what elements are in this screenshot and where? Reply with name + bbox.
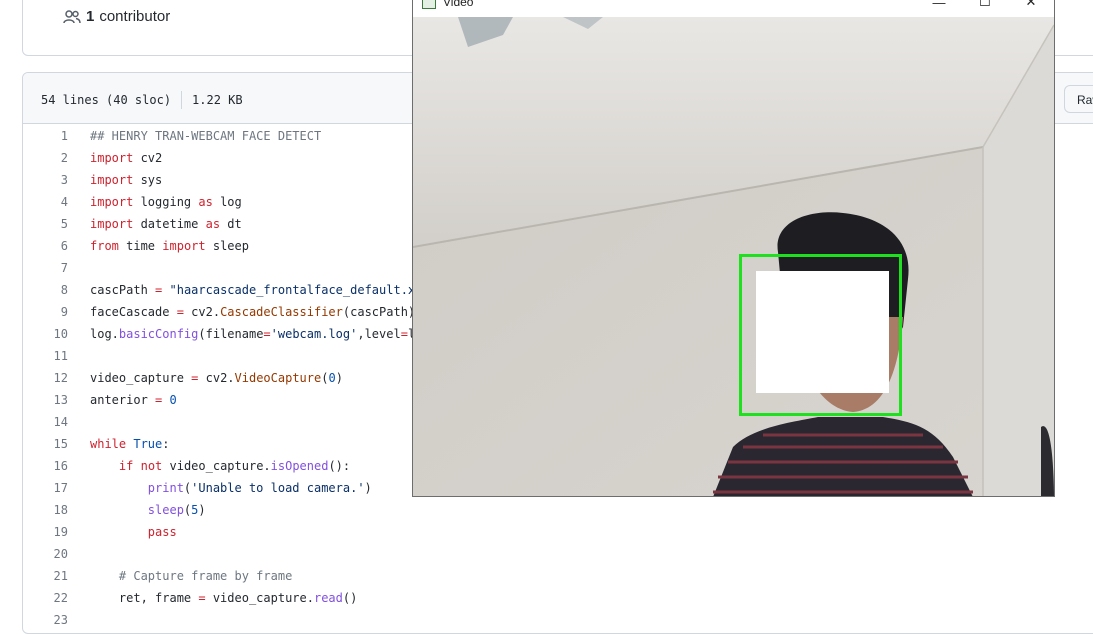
line-number[interactable]: 20: [23, 543, 68, 565]
line-number[interactable]: 5: [23, 213, 68, 235]
line-number[interactable]: 11: [23, 345, 68, 367]
contributor-count: 1: [86, 8, 95, 25]
window-title: Video: [443, 0, 474, 9]
close-button[interactable]: ✕: [1008, 0, 1054, 17]
line-number[interactable]: 4: [23, 191, 68, 213]
minimize-button[interactable]: —: [916, 0, 962, 17]
maximize-button[interactable]: ☐: [962, 0, 1008, 17]
line-source: anterior = 0: [90, 393, 177, 407]
code-line: 23: [23, 609, 1093, 631]
line-count: 54 lines (40 sloc): [41, 93, 172, 107]
file-info: 54 lines (40 sloc) 1.22 KB: [41, 91, 243, 109]
line-number[interactable]: 12: [23, 367, 68, 389]
line-number[interactable]: 16: [23, 455, 68, 477]
line-source: ## HENRY TRAN-WEBCAM FACE DETECT: [90, 129, 322, 143]
line-number[interactable]: 2: [23, 147, 68, 169]
line-number[interactable]: 15: [23, 433, 68, 455]
line-number[interactable]: 18: [23, 499, 68, 521]
app-icon: [422, 0, 436, 9]
line-source: while True:: [90, 437, 170, 451]
line-number[interactable]: 19: [23, 521, 68, 543]
line-source: print('Unable to load camera.'): [147, 481, 372, 495]
code-line: 21 # Capture frame by frame: [23, 565, 1093, 587]
face-redaction: [756, 271, 889, 393]
webcam-feed: [413, 17, 1054, 496]
code-line: 22 ret, frame = video_capture.read(): [23, 587, 1093, 609]
line-source: pass: [147, 525, 177, 539]
line-number[interactable]: 22: [23, 587, 68, 609]
raw-button[interactable]: Raw: [1064, 85, 1093, 113]
line-source: cascPath = "haarcascade_frontalface_defa…: [90, 283, 437, 297]
contributor-label: contributor: [99, 8, 171, 25]
code-line: 20: [23, 543, 1093, 565]
line-number[interactable]: 17: [23, 477, 68, 499]
divider: [181, 91, 183, 109]
line-source: import datetime as dt: [90, 217, 242, 231]
line-source: video_capture = cv2.VideoCapture(0): [90, 371, 343, 385]
line-number[interactable]: 23: [23, 609, 68, 631]
code-line: 18 sleep(5): [23, 499, 1093, 521]
line-number[interactable]: 6: [23, 235, 68, 257]
line-source: faceCascade = cv2.CascadeClassifier(casc…: [90, 305, 416, 319]
line-number[interactable]: 13: [23, 389, 68, 411]
line-source: import cv2: [90, 151, 163, 165]
line-source: sleep(5): [147, 503, 206, 517]
line-number[interactable]: 21: [23, 565, 68, 587]
line-number[interactable]: 1: [23, 125, 68, 147]
line-source: # Capture frame by frame: [118, 569, 293, 583]
line-number[interactable]: 7: [23, 257, 68, 279]
webcam-scene: [413, 17, 1054, 496]
line-number[interactable]: 8: [23, 279, 68, 301]
title-bar[interactable]: Video — ☐ ✕: [413, 0, 1054, 17]
line-source: import logging as log: [90, 195, 242, 209]
code-line: 19 pass: [23, 521, 1093, 543]
video-window[interactable]: Video — ☐ ✕: [412, 0, 1055, 497]
contributors-link[interactable]: 1 contributor: [63, 8, 170, 25]
line-source: ret, frame = video_capture.read(): [90, 591, 358, 605]
line-source: from time import sleep: [90, 239, 249, 253]
line-number[interactable]: 14: [23, 411, 68, 433]
line-source: if not video_capture.isOpened():: [118, 459, 351, 473]
line-number[interactable]: 9: [23, 301, 68, 323]
line-number[interactable]: 3: [23, 169, 68, 191]
line-source: import sys: [90, 173, 163, 187]
people-icon: [63, 9, 81, 23]
file-size: 1.22 KB: [192, 93, 243, 107]
line-number[interactable]: 10: [23, 323, 68, 345]
